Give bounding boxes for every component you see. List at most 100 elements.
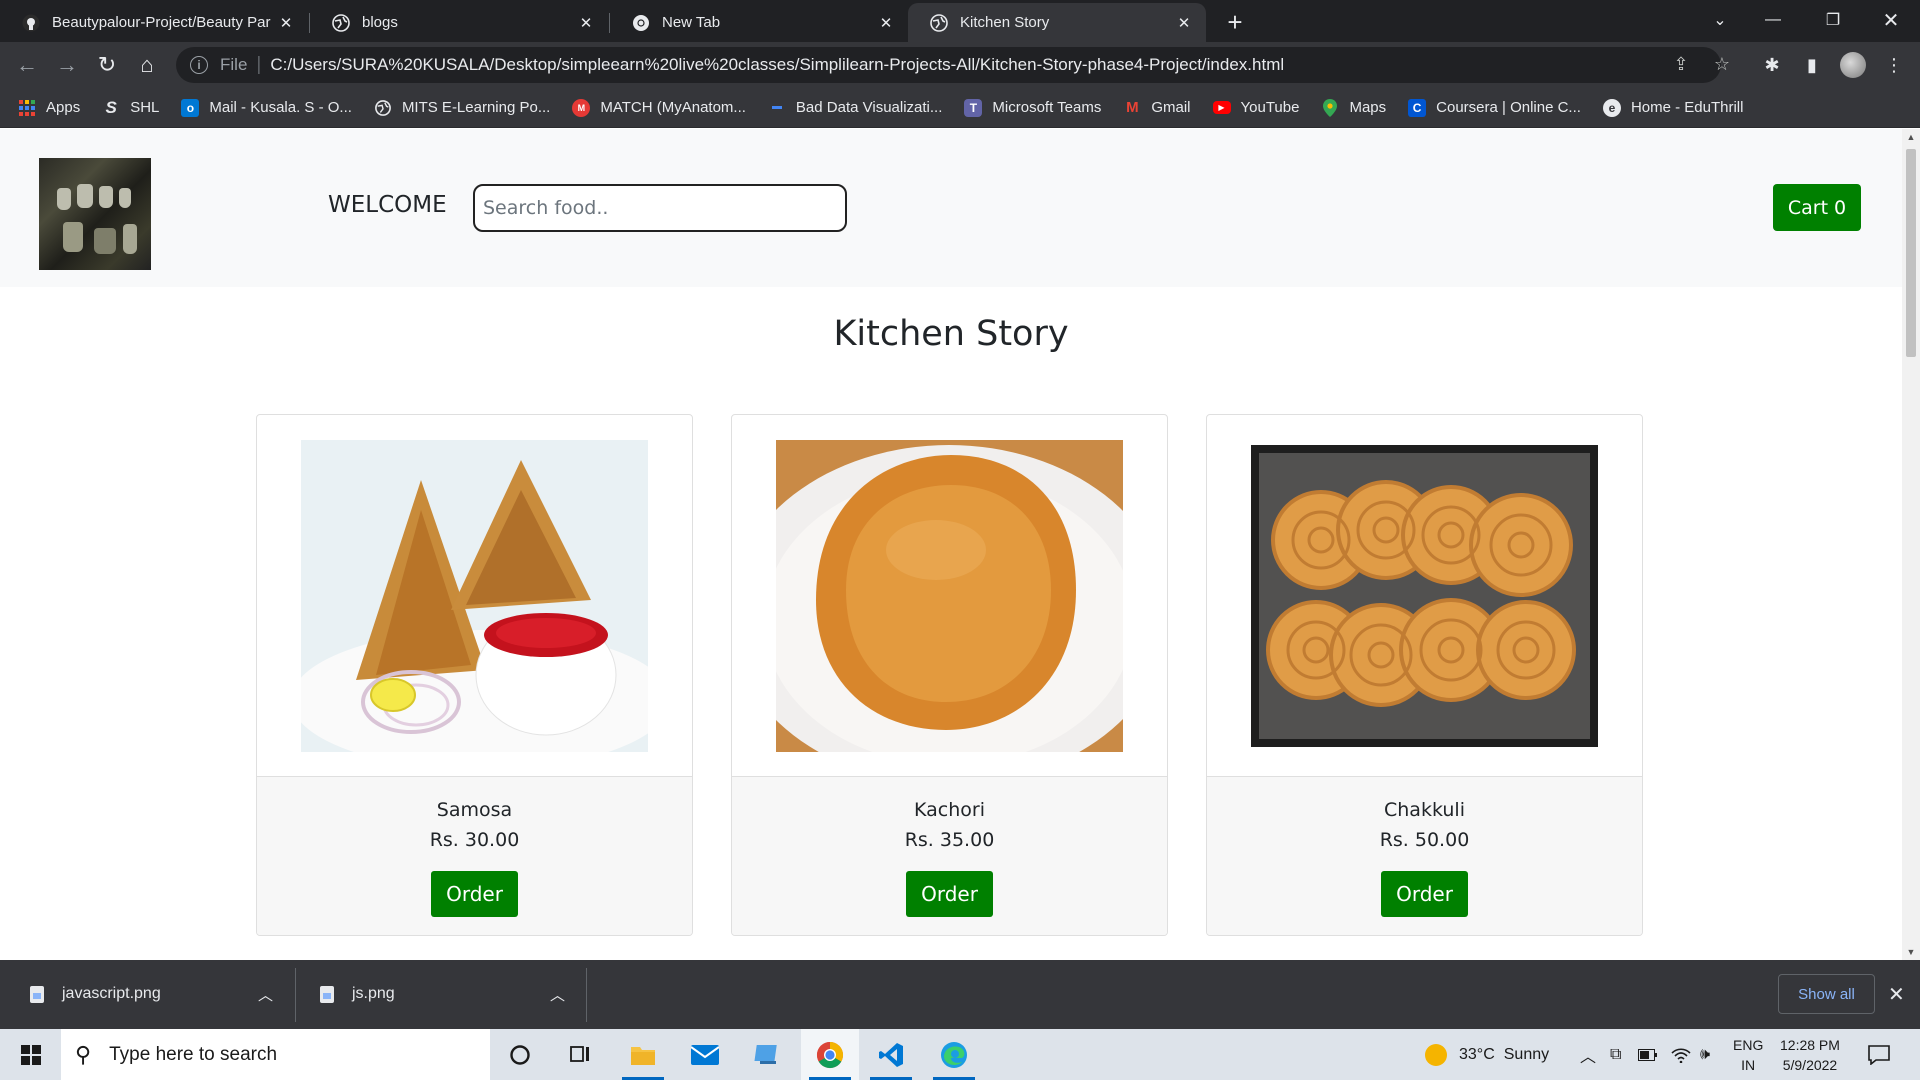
- system-clock[interactable]: 12:28 PM 5/9/2022: [1780, 1035, 1840, 1075]
- bookmark-gmail[interactable]: M Gmail: [1123, 99, 1190, 117]
- bookmark-label: Bad Data Visualizati...: [795, 99, 943, 116]
- windows-taskbar: ⚲ Type here to search 33°C Sunny ︿ ⧉ 🕪 E…: [0, 1029, 1920, 1080]
- github-icon: [22, 14, 40, 32]
- url-divider: |: [256, 54, 262, 75]
- product-price: Rs. 50.00: [1379, 829, 1470, 851]
- restore-icon[interactable]: ❐: [1810, 0, 1856, 40]
- tab-new-tab[interactable]: New Tab ✕: [610, 3, 908, 42]
- notification-center-icon[interactable]: [1868, 1029, 1890, 1080]
- tab-blogs[interactable]: blogs ✕: [310, 3, 608, 42]
- region-code: IN: [1741, 1057, 1756, 1073]
- home-icon[interactable]: ⌂: [133, 51, 161, 79]
- bookmark-coursera[interactable]: C Coursera | Online C...: [1408, 98, 1581, 117]
- bookmark-match[interactable]: M MATCH (MyAnatom...: [572, 98, 746, 117]
- taskbar-search-box[interactable]: ⚲ Type here to search: [61, 1029, 490, 1080]
- file-explorer-icon[interactable]: [614, 1029, 672, 1080]
- bookmark-apps[interactable]: Apps: [18, 99, 80, 117]
- product-name: Kachori: [914, 799, 985, 821]
- site-info-icon[interactable]: i: [190, 56, 208, 74]
- close-tab-icon[interactable]: ✕: [1174, 13, 1194, 33]
- bookmark-mits[interactable]: MITS E-Learning Po...: [374, 99, 550, 117]
- address-bar[interactable]: i File | C:/Users/SURA%20KUSALA/Desktop/…: [176, 47, 1721, 83]
- kitchen-logo-image[interactable]: [39, 158, 151, 270]
- order-button-kachori[interactable]: Order: [906, 871, 993, 917]
- chrome-taskbar-icon[interactable]: [801, 1029, 859, 1080]
- bookmark-youtube[interactable]: ▶ YouTube: [1212, 99, 1300, 116]
- bookmark-maps[interactable]: Maps: [1321, 98, 1386, 117]
- wifi-icon[interactable]: [1671, 1029, 1691, 1080]
- scrollbar-thumb[interactable]: [1906, 149, 1916, 357]
- profile-avatar[interactable]: [1840, 52, 1866, 78]
- product-image-frame: [1207, 415, 1642, 777]
- close-tab-icon[interactable]: ✕: [576, 13, 596, 33]
- url-text[interactable]: C:/Users/SURA%20KUSALA/Desktop/simpleear…: [270, 55, 1284, 75]
- tab-title: Beautypalour-Project/Beauty Par: [52, 14, 271, 31]
- coursera-icon: C: [1408, 98, 1427, 117]
- side-panel-icon[interactable]: ▮: [1798, 51, 1826, 79]
- bookmark-mail[interactable]: o Mail - Kusala. S - O...: [181, 98, 352, 117]
- device-icon[interactable]: ⧉: [1610, 1029, 1621, 1080]
- mail-icon[interactable]: [676, 1029, 734, 1080]
- weather-widget[interactable]: 33°C Sunny: [1425, 1029, 1549, 1080]
- settings-app-icon[interactable]: [738, 1029, 796, 1080]
- input-language[interactable]: ENG IN: [1733, 1035, 1763, 1075]
- eduthrill-icon: e: [1602, 98, 1621, 117]
- scroll-down-arrow-icon[interactable]: ▼: [1902, 944, 1920, 960]
- cart-button[interactable]: Cart 0: [1773, 184, 1861, 231]
- tab-beautypalour[interactable]: Beautypalour-Project/Beauty Par ✕: [0, 3, 308, 42]
- page-scrollbar[interactable]: ▲ ▼: [1902, 129, 1920, 960]
- product-card-body: Kachori Rs. 35.00 Order: [732, 777, 1167, 935]
- cortana-icon[interactable]: [491, 1029, 549, 1080]
- scroll-up-arrow-icon[interactable]: ▲: [1902, 129, 1920, 145]
- close-tab-icon[interactable]: ✕: [876, 13, 896, 33]
- tab-title: Kitchen Story: [960, 14, 1050, 31]
- download-item-javascript[interactable]: javascript.png ︿: [30, 968, 278, 1020]
- bookmarks-bar: Apps S SHL o Mail - Kusala. S - O... MIT…: [0, 88, 1920, 128]
- forward-arrow-icon[interactable]: →: [53, 51, 81, 79]
- close-window-icon[interactable]: ✕: [1868, 0, 1914, 40]
- close-icon[interactable]: ✕: [1888, 982, 1905, 1007]
- product-card-body: Chakkuli Rs. 50.00 Order: [1207, 777, 1642, 935]
- search-food-input[interactable]: [473, 184, 847, 232]
- edge-icon[interactable]: [925, 1029, 983, 1080]
- kebab-menu-icon[interactable]: ⋮: [1880, 51, 1908, 79]
- order-button-samosa[interactable]: Order: [431, 871, 518, 917]
- volume-icon[interactable]: 🕪: [1700, 1029, 1710, 1080]
- tab-kitchen-story[interactable]: Kitchen Story ✕: [908, 3, 1206, 42]
- show-all-downloads-button[interactable]: Show all: [1778, 974, 1875, 1014]
- battery-icon[interactable]: [1638, 1029, 1658, 1080]
- image-file-icon: [30, 985, 44, 1003]
- weather-temperature: 33°C: [1459, 1045, 1495, 1063]
- extensions-puzzle-icon[interactable]: ✱: [1758, 51, 1786, 79]
- tab-search-chevron-icon[interactable]: ⌄: [1697, 0, 1743, 40]
- bookmark-eduthrill[interactable]: e Home - EduThrill: [1602, 98, 1744, 117]
- close-tab-icon[interactable]: ✕: [276, 13, 296, 33]
- vscode-icon[interactable]: [862, 1029, 920, 1080]
- url-scheme: File: [220, 55, 248, 74]
- reload-icon[interactable]: ↻: [93, 51, 121, 79]
- task-view-icon[interactable]: [551, 1029, 609, 1080]
- product-card-body: Samosa Rs. 30.00 Order: [257, 777, 692, 935]
- download-item-js[interactable]: js.png ︿: [320, 968, 570, 1020]
- bookmark-star-icon[interactable]: ☆: [1709, 51, 1735, 77]
- order-button-chakkuli[interactable]: Order: [1381, 871, 1468, 917]
- sun-icon: [1425, 1043, 1447, 1066]
- product-card-kachori: Kachori Rs. 35.00 Order: [731, 414, 1168, 936]
- new-tab-button[interactable]: +: [1221, 7, 1249, 37]
- bookmark-label: YouTube: [1240, 99, 1300, 116]
- bookmark-shl[interactable]: S SHL: [102, 98, 160, 117]
- show-hidden-icons-chevron-icon[interactable]: ︿: [1580, 1029, 1596, 1080]
- product-card-chakkuli: Chakkuli Rs. 50.00 Order: [1206, 414, 1643, 936]
- bookmark-bad-data[interactable]: Bad Data Visualizati...: [768, 99, 942, 117]
- bookmark-label: Home - EduThrill: [1630, 99, 1744, 116]
- chevron-up-icon[interactable]: ︿: [550, 984, 565, 1005]
- minimize-icon[interactable]: —: [1750, 0, 1796, 40]
- chevron-up-icon[interactable]: ︿: [258, 984, 273, 1005]
- bookmark-label: Microsoft Teams: [992, 99, 1102, 116]
- bookmark-teams[interactable]: T Microsoft Teams: [964, 98, 1102, 117]
- dash-icon: [768, 99, 786, 117]
- share-icon[interactable]: ⇪: [1668, 51, 1694, 77]
- language-code: ENG: [1733, 1037, 1764, 1053]
- windows-start-icon[interactable]: [21, 1045, 41, 1065]
- back-arrow-icon[interactable]: ←: [13, 51, 41, 79]
